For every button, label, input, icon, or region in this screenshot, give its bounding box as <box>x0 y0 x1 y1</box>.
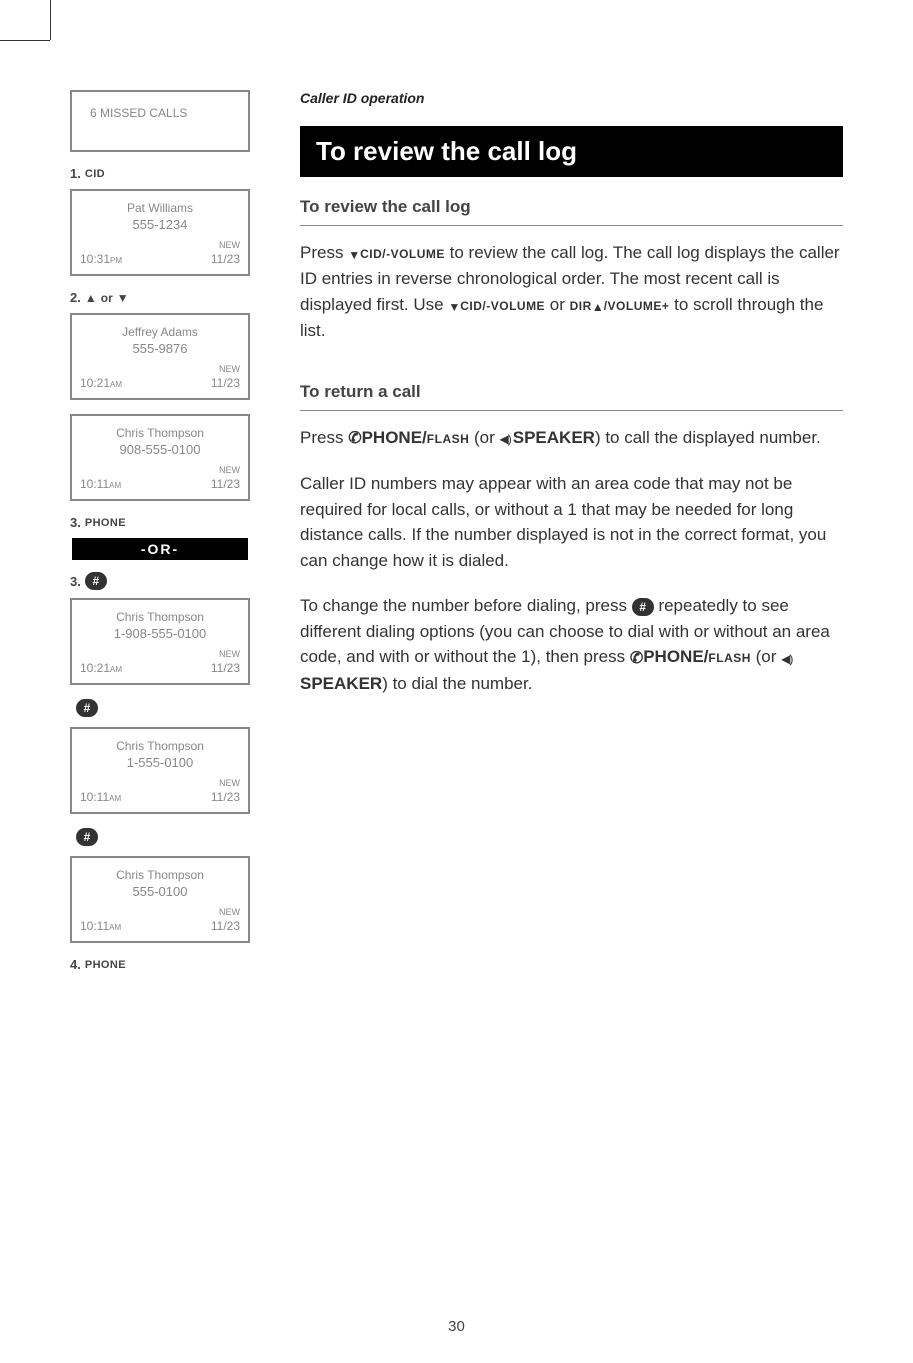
hash-step-a: # <box>76 699 250 717</box>
screen-2b: Chris Thompson 908-555-0100 NEW 10:11AM … <box>70 414 250 501</box>
or-divider: -OR- <box>70 538 250 560</box>
step-1: 1. CID <box>70 166 250 181</box>
crop-mark-vertical <box>50 0 51 40</box>
down-icon <box>117 291 129 305</box>
step-3a: 3. PHONE <box>70 515 250 530</box>
screen-2a: Jeffrey Adams 555-9876 NEW 10:21AM 11/23 <box>70 313 250 400</box>
screen-4: Chris Thompson 1-908-555-0100 NEW 10:21A… <box>70 598 250 685</box>
screen-6: Chris Thompson 555-0100 NEW 10:11AM 11/2… <box>70 856 250 943</box>
return-p3: To change the number before dialing, pre… <box>300 593 843 696</box>
subhead-review: To review the call log <box>300 197 843 217</box>
phone-icon <box>630 645 643 671</box>
hash-icon: # <box>76 828 98 846</box>
page-number: 30 <box>0 1318 913 1335</box>
page-title: To review the call log <box>300 126 843 177</box>
crop-mark-horizontal <box>0 40 50 41</box>
step-2: 2. or <box>70 290 250 305</box>
main-content: Caller ID operation To review the call l… <box>300 90 843 980</box>
step-3b: 3. # <box>70 572 250 590</box>
up-icon <box>592 293 604 319</box>
screen-missed: 6 MISSED CALLS <box>70 90 250 152</box>
sidebar: 6 MISSED CALLS 1. CID Pat Williams 555-1… <box>70 90 250 980</box>
down-icon <box>448 293 460 319</box>
review-paragraph: Press CID/-VOLUME to review the call log… <box>300 240 843 344</box>
divider <box>300 410 843 411</box>
missed-text: 6 MISSED CALLS <box>80 102 240 120</box>
subhead-return: To return a call <box>300 382 843 402</box>
screen-1: Pat Williams 555-1234 NEW 10:31PM 11/23 <box>70 189 250 276</box>
divider <box>300 225 843 226</box>
hash-step-b: # <box>76 828 250 846</box>
down-icon <box>348 241 360 267</box>
return-p1: Press PHONE/FLASH (or SPEAKER) to call t… <box>300 425 843 452</box>
phone-icon <box>348 425 361 451</box>
step-4: 4. PHONE <box>70 957 250 972</box>
screen-5: Chris Thompson 1-555-0100 NEW 10:11AM 11… <box>70 727 250 814</box>
section-heading: Caller ID operation <box>300 90 843 106</box>
hash-icon: # <box>76 699 98 717</box>
speaker-icon <box>781 645 794 671</box>
hash-icon: # <box>632 598 654 616</box>
hash-icon: # <box>85 572 107 590</box>
speaker-icon <box>500 425 513 451</box>
up-icon <box>85 291 97 305</box>
return-p2: Caller ID numbers may appear with an are… <box>300 471 843 573</box>
